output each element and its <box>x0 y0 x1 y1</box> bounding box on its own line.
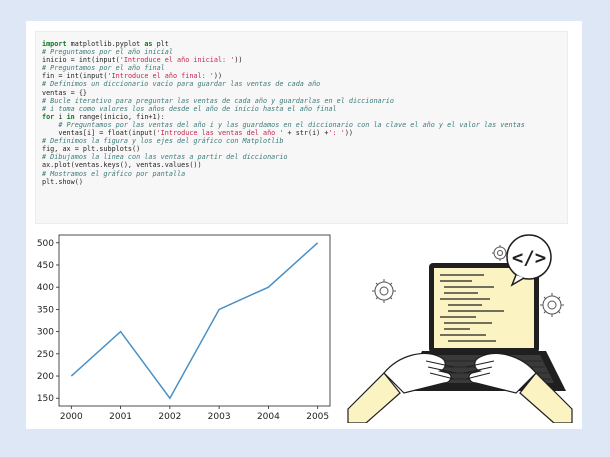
plot-frame <box>58 234 331 407</box>
code-line: # Preguntamos por las ventas del año i y… <box>42 121 567 129</box>
code-token: + str(i) + <box>283 129 329 138</box>
code-comment: # Dibujamos la línea con las ventas a pa… <box>42 153 288 162</box>
code-string: ': ' <box>328 129 345 138</box>
code-token: fin = int(input( <box>42 72 108 81</box>
y-tick-label: 350 <box>37 305 54 315</box>
code-token: range(inicio, fin+1): <box>74 112 165 121</box>
code-line: import matplotlib.pyplot as plt <box>42 40 567 48</box>
code-line: for i in range(inicio, fin+1): <box>42 113 567 121</box>
line-chart: 150 200 250 300 350 400 450 500 2000 2001 2002 2003… <box>32 229 332 424</box>
laptop-coding-illustration: </> <box>344 223 576 424</box>
code-line: # Bucle iterativo para preguntar las ven… <box>42 97 567 105</box>
code-line: ax.plot(ventas.keys(), ventas.values()) <box>42 161 567 169</box>
code-block: import matplotlib.pyplot as plt # Pregunt… <box>35 31 568 224</box>
code-comment: # Bucle iterativo para preguntar las ven… <box>42 96 394 105</box>
code-line: ventas[i] = float(input('Introduce las v… <box>42 129 567 137</box>
code-line: # Dibujamos la línea con las ventas a pa… <box>42 153 567 161</box>
x-tick-label: 2005 <box>306 412 329 422</box>
code-line: ventas = {} <box>42 89 567 97</box>
code-token: plt <box>152 40 169 48</box>
code-line: plt.show() <box>42 178 567 186</box>
code-line: # Preguntamos por el año final <box>42 64 567 72</box>
code-token: )) <box>213 72 223 81</box>
code-string: 'Introduce el año inicial: ' <box>119 56 235 65</box>
x-tick-label: 2000 <box>60 412 83 422</box>
y-tick-label: 150 <box>37 394 54 404</box>
gear-icon <box>372 279 396 303</box>
content-card: import matplotlib.pyplot as plt # Pregunt… <box>26 21 582 429</box>
code-line: # Definimos un diccionario vacío para gu… <box>42 80 567 88</box>
gear-icon <box>492 245 508 261</box>
code-token: ventas[i] = float(input( <box>42 129 157 138</box>
code-comment: # Definimos la figura y los ejes del grá… <box>42 137 284 146</box>
code-string: 'Introduce las ventas del año ' <box>156 129 284 138</box>
code-token: ventas = {} <box>42 88 88 97</box>
gear-icon <box>540 293 564 317</box>
x-tick-label: 2001 <box>109 412 132 422</box>
code-token: )) <box>344 129 354 138</box>
y-tick-label: 500 <box>37 239 54 249</box>
code-line: # i toma como valores los años desde el … <box>42 105 567 113</box>
code-comment: # Preguntamos por el año inicial <box>42 48 173 57</box>
code-string: 'Introduce el año final: ' <box>107 72 214 81</box>
x-tick-label: 2004 <box>257 412 280 422</box>
code-token: plt.show() <box>42 177 83 186</box>
code-line: inicio = int(input('Introduce el año ini… <box>42 56 567 64</box>
code-comment: # Preguntamos por las ventas del año i y… <box>42 120 525 129</box>
y-tick-label: 200 <box>37 372 54 382</box>
y-tick-label: 400 <box>37 283 54 293</box>
code-token: )) <box>234 56 243 65</box>
y-tick-label: 450 <box>37 261 54 271</box>
code-keyword: import <box>42 40 67 48</box>
code-comment: # i toma como valores los años desde el … <box>42 104 337 113</box>
code-token: fig, ax = plt.subplots() <box>42 145 141 154</box>
code-line: # Mostramos el gráfico por pantalla <box>42 170 567 178</box>
x-tick-label: 2003 <box>208 412 231 422</box>
y-tick-label: 300 <box>37 328 54 338</box>
code-symbol: </> <box>512 247 546 269</box>
code-line: # Preguntamos por el año inicial <box>42 48 567 56</box>
code-token: matplotlib.pyplot <box>66 40 145 48</box>
code-keyword: for <box>42 112 55 121</box>
code-line: fin = int(input('Introduce el año final:… <box>42 72 567 80</box>
code-token: ax.plot(ventas.keys(), ventas.values()) <box>42 161 202 170</box>
code-keyword: as <box>144 40 153 48</box>
code-token: inicio = int(input( <box>42 56 120 65</box>
sales-line <box>70 242 319 400</box>
code-comment: # Mostramos el gráfico por pantalla <box>42 169 186 178</box>
code-comment: # Definimos un diccionario vacío para gu… <box>42 80 321 89</box>
code-token: i <box>54 112 67 121</box>
x-tick-label: 2002 <box>158 412 181 422</box>
code-comment: # Preguntamos por el año final <box>42 64 165 73</box>
chart-svg: 150 200 250 300 350 400 450 500 2000 2001 2002 2003… <box>37 234 331 422</box>
y-tick-label: 250 <box>37 350 54 360</box>
code-line: fig, ax = plt.subplots() <box>42 145 567 153</box>
code-line: # Definimos la figura y los ejes del grá… <box>42 137 567 145</box>
code-keyword: in <box>66 112 75 121</box>
